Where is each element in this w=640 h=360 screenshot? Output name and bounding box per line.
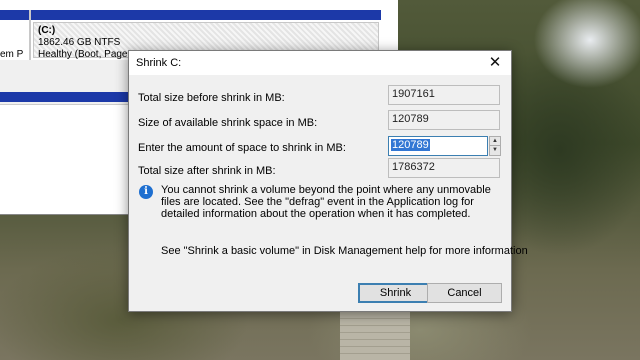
total-after-value: 1786372: [388, 158, 500, 178]
info-text: You cannot shrink a volume beyond the po…: [161, 184, 491, 220]
shrink-amount-value: 120789: [391, 139, 430, 151]
partition-header-bar: [31, 10, 381, 20]
shrink-amount-input[interactable]: 120789: [388, 136, 488, 156]
partition-header-bar: [0, 10, 29, 20]
spin-down-icon[interactable]: ▼: [490, 146, 500, 155]
dialog-titlebar[interactable]: Shrink C: ✕: [129, 51, 511, 75]
available-space-value: 120789: [388, 110, 500, 130]
shrink-dialog: Shrink C: ✕ Total size before shrink in …: [128, 50, 528, 312]
partition-name: (C:): [38, 25, 56, 36]
total-before-label: Total size before shrink in MB:: [138, 92, 285, 104]
dialog-title: Shrink C:: [136, 57, 182, 69]
wallpaper-tower: [340, 310, 410, 360]
total-after-label: Total size after shrink in MB:: [138, 165, 276, 177]
help-text: See "Shrink a basic volume" in Disk Mana…: [161, 245, 528, 257]
partition-size: 1862.46 GB NTFS: [38, 37, 121, 48]
shrink-button[interactable]: Shrink: [358, 283, 433, 303]
partition-left-label[interactable]: em P: [0, 49, 23, 60]
partition-status: Healthy (Boot, Page: [38, 49, 128, 60]
total-before-value: 1907161: [388, 85, 500, 105]
spin-up-icon[interactable]: ▲: [490, 137, 500, 146]
shrink-amount-label: Enter the amount of space to shrink in M…: [138, 142, 346, 154]
cancel-button[interactable]: Cancel: [427, 283, 502, 303]
available-space-label: Size of available shrink space in MB:: [138, 117, 318, 129]
partition-divider: [29, 10, 31, 60]
close-icon: ✕: [488, 54, 502, 71]
shrink-amount-spinner[interactable]: ▲ ▼: [489, 136, 501, 156]
close-button[interactable]: ✕: [485, 53, 505, 73]
info-icon: i: [139, 185, 153, 199]
